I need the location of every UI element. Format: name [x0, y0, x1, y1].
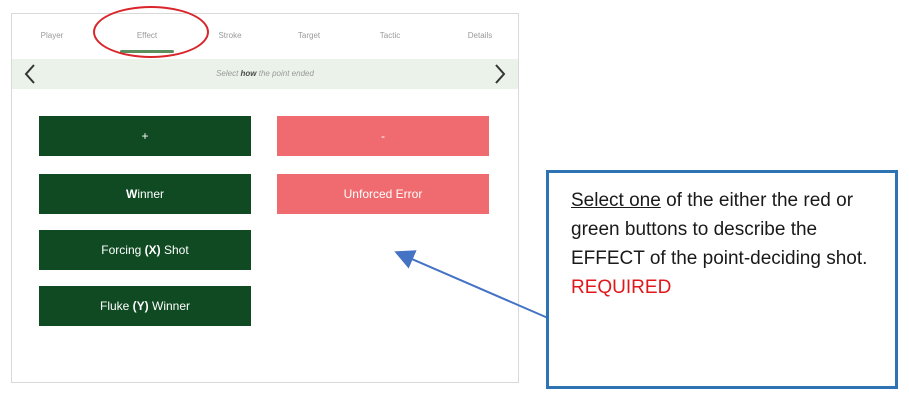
tab-target[interactable]: Target	[287, 31, 331, 40]
chevron-right-icon	[495, 64, 506, 84]
fluke-winner-button[interactable]: Fluke (Y) Winner	[39, 286, 251, 326]
tab-bar: Player Effect Stroke Target Tactic Detai…	[12, 6, 518, 58]
tab-stroke[interactable]: Stroke	[208, 31, 252, 40]
chevron-left-icon	[24, 64, 35, 84]
subheader-bar: Select how the point ended	[12, 59, 518, 89]
callout-underlined-text: Select one	[571, 190, 661, 211]
plus-button[interactable]: +	[39, 116, 251, 156]
effect-tab-highlight-circle	[93, 6, 209, 58]
next-arrow[interactable]	[488, 59, 512, 89]
previous-arrow[interactable]	[18, 59, 42, 89]
subheader-instruction: Select how the point ended	[216, 69, 314, 78]
unforced-error-button[interactable]: Unforced Error	[277, 174, 489, 214]
tab-player[interactable]: Player	[32, 31, 72, 40]
instruction-callout: Select one of the either the red or gree…	[546, 170, 898, 389]
winner-button[interactable]: Winner	[39, 174, 251, 214]
callout-required-label: REQUIRED	[571, 277, 672, 298]
app-panel: Player Effect Stroke Target Tactic Detai…	[11, 6, 519, 383]
tab-details[interactable]: Details	[458, 31, 502, 40]
minus-button[interactable]: -	[277, 116, 489, 156]
tab-tactic[interactable]: Tactic	[370, 31, 410, 40]
forcing-shot-button[interactable]: Forcing (X) Shot	[39, 230, 251, 270]
